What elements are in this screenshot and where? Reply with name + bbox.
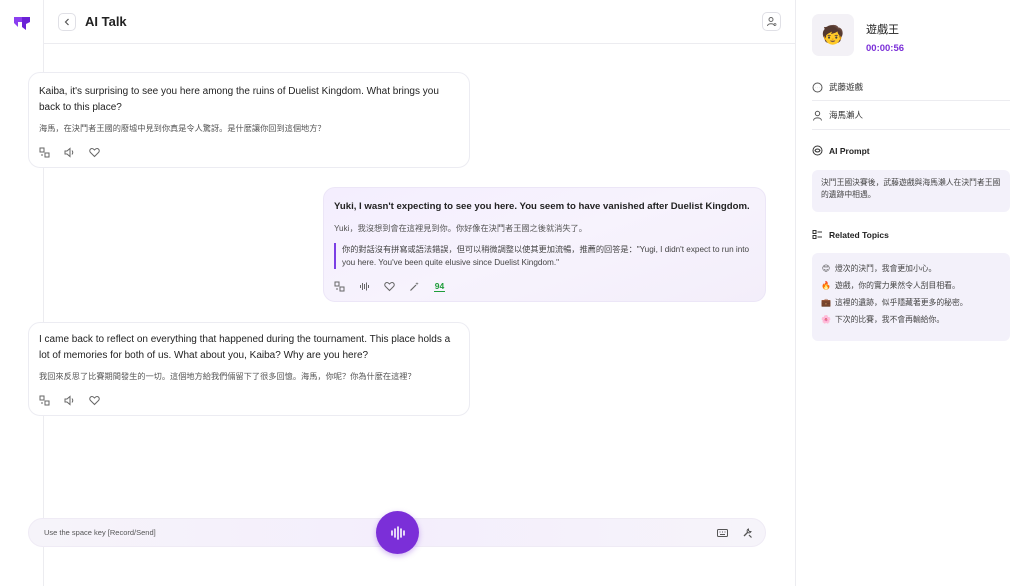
input-hint: Use the space key [Record/Send] <box>44 528 156 537</box>
topic-emoji-icon: 💼 <box>821 297 831 307</box>
topic-item[interactable]: 😊 燈次的決鬥，我會更加小心。 <box>821 260 1001 277</box>
page-title: AI Talk <box>85 14 127 29</box>
record-button[interactable] <box>376 511 419 554</box>
character-name: 遊戲王 <box>866 24 899 36</box>
ai-message: I came back to reflect on everything tha… <box>28 322 470 416</box>
ai-prompt-heading: AI Prompt <box>812 145 870 156</box>
role-label: 海馬瀨人 <box>829 110 864 120</box>
message-text-zh: 我回來反思了比賽期間發生的一切。這個地方給我們倆留下了很多回憶。海馬，你呢？你為… <box>39 372 416 381</box>
topic-emoji-icon: 🌸 <box>821 314 831 324</box>
role-label: 武藤遊戲 <box>829 82 864 92</box>
topic-item[interactable]: 🌸 下次的比賽，我不會再輸給你。 <box>821 311 1001 328</box>
ai-message: Kaiba, it's surprising to see you here a… <box>28 72 470 168</box>
role-row-ai[interactable]: 武藤遊戲 <box>812 81 1010 93</box>
topic-item[interactable]: 🔥 遊戲，你的實力果然令人刮目相看。 <box>821 277 1001 294</box>
topic-text: 這裡的遺跡，似乎隱藏著更多的秘密。 <box>835 297 968 307</box>
chat-area: Kaiba, it's surprising to see you here a… <box>28 44 795 586</box>
character-avatar: 🧒 <box>812 14 854 56</box>
back-button[interactable] <box>58 13 76 31</box>
user-message: Yuki, I wasn't expecting to see you here… <box>323 187 766 302</box>
app-logo[interactable] <box>13 14 31 32</box>
topic-text: 燈次的決鬥，我會更加小心。 <box>835 263 937 273</box>
message-text-en: I came back to reflect on everything tha… <box>39 334 451 361</box>
message-text-en: Yuki, I wasn't expecting to see you here… <box>334 201 750 212</box>
session-timer: 00:00:56 <box>866 43 905 54</box>
related-topics-heading: Related Topics <box>812 229 889 240</box>
message-text-zh: Yuki，我沒想到會在這裡見到你。你好像在決鬥者王國之後就消失了。 <box>334 224 587 233</box>
ai-prompt-title: AI Prompt <box>829 145 870 156</box>
message-actions <box>39 147 459 158</box>
header: AI Talk <box>44 0 795 44</box>
list-icon <box>812 230 822 239</box>
sidebar: 🧒 遊戲王 00:00:56 武藤遊戲 海馬瀨人 AI Prompt 決鬥王國決… <box>795 0 1024 586</box>
related-topics-card: 😊 燈次的決鬥，我會更加小心。 🔥 遊戲，你的實力果然令人刮目相看。 💼 這裡的遺跡，… <box>812 253 1010 341</box>
message-actions: 94 <box>334 281 755 292</box>
chevron-left-icon <box>64 18 69 26</box>
translate-icon[interactable] <box>39 395 50 406</box>
pronunciation-score[interactable]: 94 <box>434 281 445 292</box>
divider <box>812 129 1010 130</box>
speaker-icon[interactable] <box>64 147 75 158</box>
speaker-icon[interactable] <box>64 395 75 406</box>
chat-bubble-icon <box>812 82 823 92</box>
topic-text: 下次的比賽，我不會再輸給你。 <box>835 314 945 324</box>
avatar-emoji-icon: 🧒 <box>821 24 845 45</box>
topic-emoji-icon: 🔥 <box>821 280 831 290</box>
heart-icon[interactable] <box>89 147 100 158</box>
message-text-zh: 海馬，在決鬥者王國的廢墟中見到你真是令人驚訝。是什麼讓你回到這個地方？ <box>39 124 326 133</box>
ai-prompt-card: 決鬥王國決賽後，武藤遊戲與海馬瀨人在決鬥者王國的遺跡中相遇。 <box>812 170 1010 212</box>
related-topics-title: Related Topics <box>829 229 889 240</box>
keyboard-icon[interactable] <box>717 528 728 538</box>
heart-icon[interactable] <box>89 395 100 406</box>
topic-text: 遊戲，你的實力果然令人刮目相看。 <box>835 280 960 290</box>
ai-brain-icon <box>812 145 823 156</box>
topic-item[interactable]: 💼 這裡的遺跡，似乎隱藏著更多的秘密。 <box>821 294 1001 311</box>
role-row-user[interactable]: 海馬瀨人 <box>812 109 1010 121</box>
topic-emoji-icon: 😊 <box>821 263 831 273</box>
waveform-icon <box>390 525 405 540</box>
user-icon <box>813 110 822 121</box>
message-text-en: Kaiba, it's surprising to see you here a… <box>39 86 439 113</box>
message-actions <box>39 395 459 406</box>
translate-icon[interactable] <box>39 147 50 158</box>
tools-icon[interactable] <box>742 527 753 538</box>
user-gear-icon <box>767 17 777 27</box>
waveform-icon[interactable] <box>359 281 370 292</box>
heart-icon[interactable] <box>384 281 395 292</box>
user-settings-button[interactable] <box>762 12 781 31</box>
divider <box>812 100 1010 101</box>
magic-wand-icon[interactable] <box>409 281 420 292</box>
grammar-suggestion: 你的對話沒有拼寫或語法錯誤，但可以稍微調整以使其更加流暢，推薦的回答是："Yug… <box>334 243 755 269</box>
translate-icon[interactable] <box>334 281 345 292</box>
